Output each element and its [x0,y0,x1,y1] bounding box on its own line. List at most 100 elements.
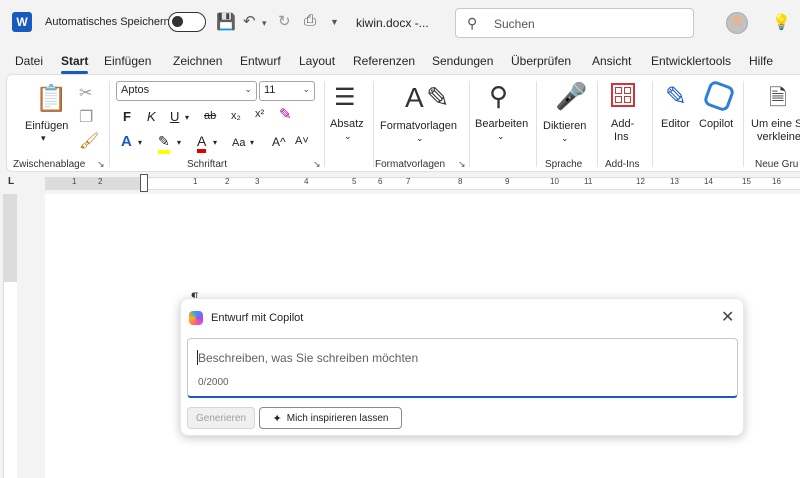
case-dropdown-icon[interactable]: ▾ [250,138,254,147]
separator [536,81,537,167]
clipboard-launcher-icon[interactable]: ↘ [97,159,105,170]
tab-ueberpruefen[interactable]: Überprüfen [511,54,571,68]
save-icon[interactable]: 💾 [216,12,236,32]
ruler-number: 8 [458,177,463,186]
copilot-label[interactable]: Copilot [699,118,733,130]
paragraph-dropdown-icon[interactable]: ⌄ [344,131,352,142]
ruler-number: 15 [742,177,751,186]
quick-access-more-icon[interactable]: ▼ [330,17,339,27]
tab-hilfe[interactable]: Hilfe [749,54,773,68]
redo-icon[interactable]: ↻ [278,12,291,30]
font-launcher-icon[interactable]: ↘ [313,159,321,170]
strikethrough-button[interactable]: ab [204,110,216,122]
editing-dropdown-icon[interactable]: ⌄ [497,131,505,142]
microphone-icon[interactable]: 🎤 [555,81,587,112]
styles-launcher-icon[interactable]: ↘ [458,159,466,170]
undo-icon[interactable]: ↶ [243,12,256,30]
copy-icon[interactable]: ❐ [79,107,93,127]
format-painter-icon[interactable]: 🖌 [79,131,99,151]
ruler-left-margin [45,177,140,190]
separator [469,81,470,167]
tab-layout[interactable]: Layout [299,54,335,68]
document-icon[interactable]: 🗎 [769,81,787,119]
underline-button[interactable]: U [170,109,179,124]
print-icon[interactable]: ⎙ [304,12,316,29]
editor-label[interactable]: Editor [661,118,690,130]
highlight-icon[interactable]: ✎ [158,133,170,154]
italic-button[interactable]: K [147,109,156,124]
addins-tile [615,96,622,103]
dictate-label[interactable]: Diktieren [543,120,586,132]
tab-entwurf[interactable]: Entwurf [240,54,281,68]
paste-label[interactable]: Einfügen [25,120,68,132]
copilot-prompt-input[interactable]: Beschreiben, was Sie schreiben möchten 0… [187,338,738,398]
search-box[interactable]: ⚲ Suchen [455,8,694,38]
inspire-button[interactable]: ✦ Mich inspirieren lassen [259,407,402,429]
group-label-styles: Formatvorlagen [375,159,446,170]
copilot-logo-icon [189,311,203,325]
tab-stop-icon[interactable]: L [8,176,14,187]
clipboard-icon[interactable]: 📋 [35,83,67,114]
tab-sendungen[interactable]: Sendungen [432,54,493,68]
search-placeholder: Suchen [494,17,535,31]
ruler-number: 14 [704,177,713,186]
bold-button[interactable]: F [123,109,131,124]
group-label-clipboard: Zwischenablage [13,159,86,170]
font-color-dropdown-icon[interactable]: ▾ [213,138,217,147]
styles-label[interactable]: Formatvorlagen [380,120,457,132]
addins-label-1[interactable]: Add- [611,118,634,130]
new-group-label-2[interactable]: verkleine [757,131,800,143]
font-color-icon[interactable]: A [197,133,207,153]
lightbulb-icon[interactable]: 💡 [772,13,791,31]
change-case-button[interactable]: Aa [232,137,245,149]
ribbon-tabs: Datei Start Einfügen Zeichnen Entwurf La… [0,46,800,74]
dictate-dropdown-icon[interactable]: ⌄ [561,133,569,144]
addins-icon[interactable] [611,83,635,107]
tab-datei[interactable]: Datei [15,54,43,68]
shrink-font-button[interactable]: A˅ [295,135,309,147]
paragraph-label[interactable]: Absatz [330,118,364,130]
new-group-label-1[interactable]: Um eine S [751,118,800,130]
highlight-dropdown-icon[interactable]: ▾ [177,138,181,147]
tab-zeichnen[interactable]: Zeichnen [173,54,222,68]
tab-einfuegen[interactable]: Einfügen [104,54,151,68]
close-icon[interactable]: ✕ [721,307,734,327]
superscript-button[interactable]: x² [255,108,264,120]
copilot-draft-dialog: Entwurf mit Copilot ✕ Beschreiben, was S… [180,298,744,436]
tab-ansicht[interactable]: Ansicht [592,54,631,68]
autosave-toggle[interactable] [168,12,206,32]
ruler-number: 1 [72,177,77,186]
separator [743,81,744,167]
horizontal-ruler[interactable]: L 1 2 1 2 3 4 5 6 7 8 9 10 11 12 13 14 1… [0,172,800,194]
text-effects-icon[interactable]: A [121,133,132,150]
addins-label-2[interactable]: Ins [614,131,629,143]
text-effects-dropdown-icon[interactable]: ▾ [138,138,142,147]
ruler-number: 2 [225,177,230,186]
ruler-number: 16 [772,177,781,186]
find-icon[interactable]: ⚲ [489,81,508,112]
subscript-button[interactable]: x₂ [231,110,241,122]
copilot-icon[interactable] [702,79,736,113]
grow-font-button[interactable]: A^ [272,135,286,149]
document-title[interactable]: kiwin.docx -... [356,16,429,30]
cut-icon[interactable]: ✂ [79,83,92,103]
font-name-combo[interactable]: Aptos ⌄ [116,81,257,101]
undo-dropdown-icon[interactable]: ▾ [262,18,267,29]
ruler-number: 9 [505,177,510,186]
font-name-value: Aptos [121,84,150,96]
tab-referenzen[interactable]: Referenzen [353,54,415,68]
clear-format-icon[interactable]: ✎ [279,105,292,123]
underline-dropdown-icon[interactable]: ▾ [185,113,189,122]
paragraph-icon[interactable]: ☰ [334,83,356,112]
indent-marker[interactable] [140,174,148,192]
editor-icon[interactable]: ✎ [665,81,687,112]
editing-label[interactable]: Bearbeiten [475,118,528,130]
tab-entwicklertools[interactable]: Entwicklertools [651,54,731,68]
tab-start[interactable]: Start [61,54,89,74]
avatar[interactable] [726,12,748,34]
paste-dropdown-icon[interactable]: ▾ [41,133,46,144]
styles-icon[interactable]: A ✎ [405,81,449,114]
generate-button[interactable]: Generieren [187,407,255,429]
font-size-combo[interactable]: 11 ⌄ [259,81,315,101]
styles-dropdown-icon[interactable]: ⌄ [416,133,424,144]
